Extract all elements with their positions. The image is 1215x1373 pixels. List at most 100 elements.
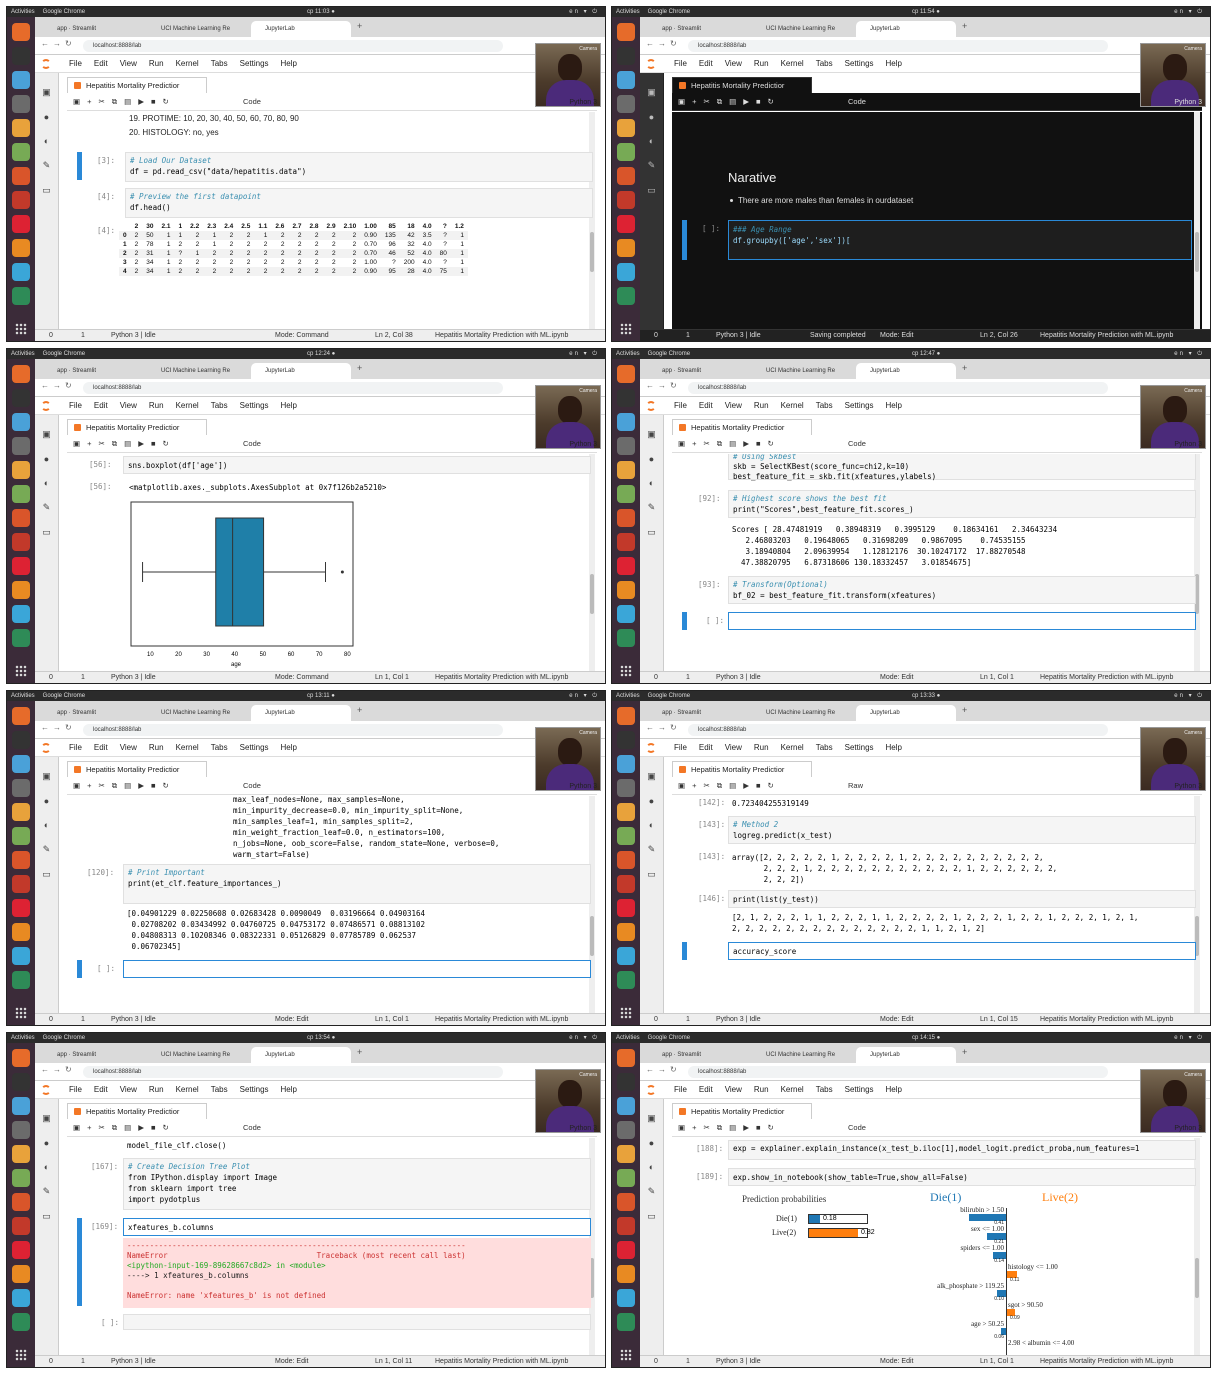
notebook-area[interactable]: [188]: exp = explainer.explain_instance(x… (672, 1138, 1202, 1355)
url-field[interactable]: localhost:8888/lab (83, 40, 503, 52)
dock-app-icon[interactable] (617, 461, 635, 479)
back-forward-reload-icon[interactable]: ←→↻ (646, 39, 681, 48)
browser-tab-uci[interactable]: UCI Machine Learning Re (147, 21, 247, 37)
dock-app-icon[interactable] (617, 1049, 635, 1067)
menu-item-run[interactable]: Run (754, 397, 769, 415)
dock-app-icon[interactable] (12, 779, 30, 797)
browser-tab-jupyterlab[interactable]: JupyterLab (856, 21, 956, 37)
notebook-area[interactable]: [56]: sns.boxplot(df['age']) [56]: <matplot… (67, 454, 597, 671)
dock-app-icon[interactable] (617, 899, 635, 917)
browser-tab-jupyterlab[interactable]: JupyterLab (856, 705, 956, 721)
sidebar-icon[interactable]: ▣ (35, 429, 58, 440)
menu-item-edit[interactable]: Edit (94, 397, 108, 415)
notebook-area[interactable]: [142]: 0.723404255319149 [143]: # Method 2 l… (672, 796, 1202, 1013)
menu-item-edit[interactable]: Edit (94, 739, 108, 757)
dock-app-icon[interactable] (617, 1193, 635, 1211)
dock-app-icon[interactable] (12, 1313, 30, 1331)
dock-app-icon[interactable] (12, 1169, 30, 1187)
dock-app-icon[interactable] (617, 1097, 635, 1115)
dock-app-icon[interactable] (617, 1313, 635, 1331)
menu-item-run[interactable]: Run (149, 739, 164, 757)
menu-item-kernel[interactable]: Kernel (781, 397, 804, 415)
activities-button[interactable]: Activities (616, 693, 640, 699)
dock-app-icon[interactable] (12, 971, 30, 989)
empty-cell[interactable] (123, 960, 591, 978)
dock-app-icon[interactable] (617, 191, 635, 209)
browser-tab-jupyterlab[interactable]: JupyterLab (251, 363, 351, 379)
notebook-tab[interactable]: Hepatitis Mortality Predictior (67, 1103, 207, 1119)
system-tray[interactable]: en ▾ ⏻ (569, 1033, 599, 1043)
dock-app-icon[interactable] (12, 167, 30, 185)
sidebar-icon[interactable]: ▣ (640, 87, 663, 98)
scrollbar[interactable] (1194, 454, 1200, 671)
browser-tab-jupyterlab[interactable]: JupyterLab (856, 1047, 956, 1063)
notebook-tab[interactable]: Hepatitis Mortality Predictior (67, 761, 207, 777)
notebook-area[interactable]: max_leaf_nodes=None, max_samples=None, m… (67, 796, 597, 1013)
sidebar-icon[interactable]: ▣ (640, 429, 663, 440)
empty-cell[interactable] (123, 1314, 591, 1330)
menu-item-file[interactable]: File (674, 739, 687, 757)
browser-tab-streamlit[interactable]: app · Streamlit (648, 363, 748, 379)
menu-item-view[interactable]: View (725, 1081, 742, 1099)
system-tray[interactable]: en ▾ ⏻ (1174, 1033, 1204, 1043)
dock-app-icon[interactable] (617, 875, 635, 893)
url-field[interactable]: localhost:8888/lab (83, 724, 503, 736)
menu-item-settings[interactable]: Settings (240, 739, 269, 757)
dock-app-icon[interactable] (617, 707, 635, 725)
menu-item-edit[interactable]: Edit (94, 1081, 108, 1099)
sidebar-icon[interactable]: ✎ (640, 1186, 663, 1197)
dock-app-icon[interactable] (617, 1169, 635, 1187)
dock-app-icon[interactable] (12, 191, 30, 209)
toolbar-icons[interactable]: ▣+✂⧉▤▶■↻ (73, 1119, 176, 1137)
notebook-area[interactable]: 200NarativeThere are more males than fem… (672, 112, 1202, 329)
sidebar-icon[interactable]: ● (35, 1138, 58, 1148)
menu-item-file[interactable]: File (69, 1081, 82, 1099)
menu-item-settings[interactable]: Settings (845, 55, 874, 73)
dock-app-icon[interactable] (617, 851, 635, 869)
url-field[interactable]: localhost:8888/lab (688, 40, 1108, 52)
url-field[interactable]: localhost:8888/lab (83, 382, 503, 394)
dock-app-icon[interactable] (617, 1145, 635, 1163)
new-tab-icon[interactable]: + (962, 21, 967, 31)
notebook-area[interactable]: 19. PROTIME: 10, 20, 30, 40, 50, 60, 70,… (67, 112, 597, 329)
menu-item-help[interactable]: Help (886, 1081, 902, 1099)
menu-item-file[interactable]: File (674, 1081, 687, 1099)
dock-app-icon[interactable] (12, 263, 30, 281)
url-field[interactable]: localhost:8888/lab (83, 1066, 503, 1078)
dock-app-icon[interactable] (12, 413, 30, 431)
back-forward-reload-icon[interactable]: ←→↻ (41, 381, 76, 390)
dock-app-icon[interactable] (12, 1145, 30, 1163)
toolbar-icons[interactable]: ▣+✂⧉▤▶■↻ (678, 1119, 781, 1137)
menu-item-view[interactable]: View (725, 55, 742, 73)
dock-app-icon[interactable] (617, 119, 635, 137)
sidebar-icon[interactable]: ▣ (35, 771, 58, 782)
scrollbar[interactable] (1194, 112, 1200, 329)
dock-app-icon[interactable] (12, 1193, 30, 1211)
browser-tab-jupyterlab[interactable]: JupyterLab (856, 363, 956, 379)
sidebar-icon[interactable]: ◐ (640, 1162, 663, 1172)
browser-tab-jupyterlab[interactable]: JupyterLab (251, 21, 351, 37)
browser-tab-uci[interactable]: UCI Machine Learning Re (752, 705, 852, 721)
dock-app-icon[interactable] (617, 47, 635, 65)
dock-app-icon[interactable] (617, 389, 635, 407)
dock-app-icon[interactable] (617, 1265, 635, 1283)
menu-item-run[interactable]: Run (149, 1081, 164, 1099)
sidebar-icon[interactable]: ● (640, 454, 663, 464)
browser-tab-streamlit[interactable]: app · Streamlit (43, 21, 143, 37)
dock-app-icon[interactable] (12, 875, 30, 893)
dock-app-icon[interactable] (12, 947, 30, 965)
dock-app-icon[interactable] (12, 95, 30, 113)
dock-app-icon[interactable] (12, 581, 30, 599)
sidebar-icon[interactable]: ◐ (640, 136, 663, 146)
menu-item-kernel[interactable]: Kernel (176, 55, 199, 73)
explain-cell[interactable]: exp = explainer.explain_instance(x_test_… (728, 1140, 1196, 1160)
browser-tab-streamlit[interactable]: app · Streamlit (43, 705, 143, 721)
sidebar-icon[interactable]: ◐ (35, 478, 58, 488)
sidebar-icon[interactable]: ◐ (35, 1162, 58, 1172)
dock-app-icon[interactable] (617, 485, 635, 503)
sidebar-icon[interactable]: ▭ (640, 1211, 663, 1222)
notebook-tab[interactable]: Hepatitis Mortality Predictior (672, 77, 812, 93)
show-apps-icon[interactable] (15, 1349, 27, 1361)
sidebar-icon[interactable]: ● (640, 1138, 663, 1148)
new-tab-icon[interactable]: + (962, 1047, 967, 1057)
